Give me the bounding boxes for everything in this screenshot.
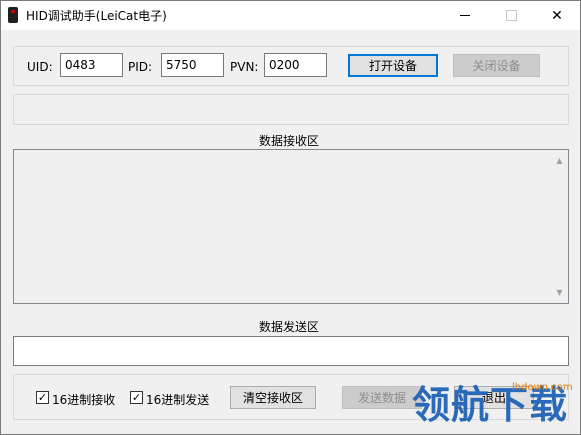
- hex-receive-label: 16进制接收: [52, 393, 116, 407]
- close-device-button[interactable]: 关闭设备: [453, 54, 540, 77]
- status-strip: [13, 94, 569, 125]
- hex-receive-checkbox[interactable]: ✓: [36, 391, 49, 404]
- clear-receive-button[interactable]: 清空接收区: [230, 386, 316, 409]
- pid-input[interactable]: [161, 53, 224, 77]
- open-device-button[interactable]: 打开设备: [348, 54, 438, 77]
- pvn-input[interactable]: [264, 53, 327, 77]
- scroll-up-icon[interactable]: ▲: [551, 152, 568, 169]
- close-button[interactable]: ✕: [534, 1, 580, 30]
- hex-send-label: 16进制发送: [146, 393, 210, 407]
- maximize-icon: [505, 10, 517, 21]
- close-icon: ✕: [551, 7, 563, 24]
- device-settings-group: UID: PID: PVN: 打开设备 关闭设备: [13, 46, 569, 86]
- scroll-down-icon[interactable]: ▼: [551, 284, 568, 301]
- pid-label: PID:: [128, 60, 153, 74]
- minimize-icon: [460, 15, 470, 16]
- main-window: HID调试助手(LeiCat电子) ✕ UID: PID: PVN: 打开设备 …: [0, 0, 581, 435]
- exit-button[interactable]: 退出: [454, 386, 534, 409]
- hex-send-checkbox[interactable]: ✓: [130, 391, 143, 404]
- window-title: HID调试助手(LeiCat电子): [26, 9, 167, 23]
- uid-label: UID:: [27, 60, 53, 74]
- bottom-controls-group: ✓ 16进制接收 ✓ 16进制发送 清空接收区 发送数据 退出: [13, 374, 569, 420]
- minimize-button[interactable]: [442, 1, 488, 30]
- receive-area-title: 数据接收区: [259, 134, 320, 148]
- send-data-button[interactable]: 发送数据: [342, 386, 422, 409]
- send-area-title: 数据发送区: [259, 320, 320, 334]
- pvn-label: PVN:: [230, 60, 259, 74]
- send-input[interactable]: [13, 336, 569, 366]
- app-icon: [8, 7, 18, 23]
- title-bar: HID调试助手(LeiCat电子) ✕: [1, 1, 580, 30]
- receive-scrollbar[interactable]: ▲ ▼: [551, 150, 568, 303]
- receive-textarea[interactable]: ▲ ▼: [13, 149, 569, 304]
- maximize-button[interactable]: [488, 1, 534, 30]
- uid-input[interactable]: [60, 53, 123, 77]
